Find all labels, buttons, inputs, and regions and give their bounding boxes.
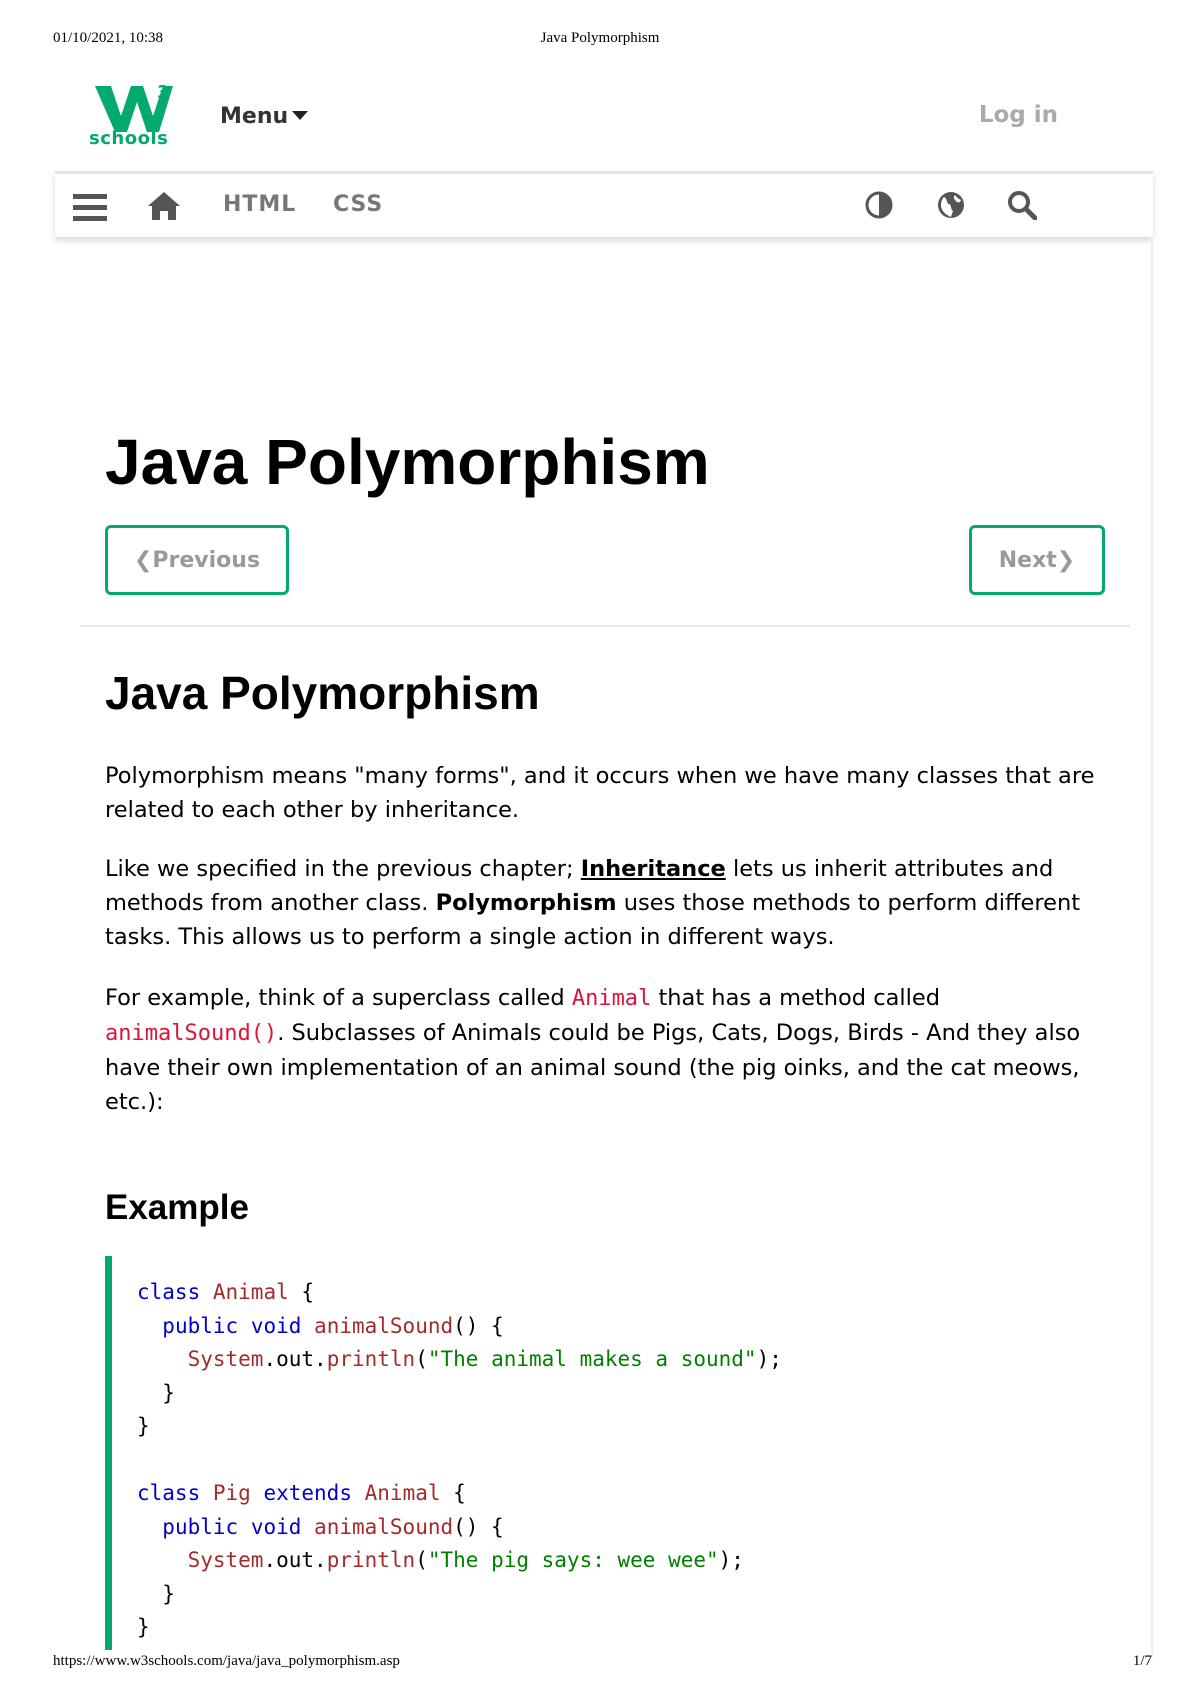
code-line: public void animalSound() { bbox=[162, 1514, 504, 1539]
example-title: Example bbox=[105, 1188, 249, 1227]
w3schools-logo[interactable]: 3 schools bbox=[89, 80, 175, 154]
nav-bar: HTML CSS bbox=[55, 171, 1153, 237]
divider bbox=[80, 625, 1130, 627]
print-url: https://www.w3schools.com/java/java_poly… bbox=[53, 1653, 400, 1669]
next-label: Next bbox=[998, 547, 1057, 573]
previous-label: Previous bbox=[152, 547, 261, 573]
inline-code-animalsound: animalSound() bbox=[105, 1021, 278, 1046]
home-icon[interactable] bbox=[147, 191, 181, 225]
code-line: } bbox=[162, 1380, 175, 1405]
next-button[interactable]: Next ❯ bbox=[969, 525, 1105, 595]
globe-icon[interactable] bbox=[937, 191, 965, 223]
code-line: System.out.println("The animal makes a s… bbox=[187, 1347, 782, 1371]
text: that has a method called bbox=[651, 985, 941, 1011]
code-line: class Pig extends Animal { bbox=[137, 1481, 466, 1505]
nav-link-css[interactable]: CSS bbox=[333, 192, 383, 217]
page-title: Java Polymorphism bbox=[105, 426, 710, 498]
code-line: } bbox=[137, 1615, 150, 1639]
print-footer: https://www.w3schools.com/java/java_poly… bbox=[0, 1653, 1200, 1673]
code-line: class Animal { bbox=[137, 1280, 315, 1304]
previous-button[interactable]: ❮ Previous bbox=[105, 525, 289, 595]
login-link[interactable]: Log in bbox=[979, 102, 1058, 128]
print-page-number: 1/7 bbox=[1132, 1653, 1152, 1669]
chevron-right-icon: ❯ bbox=[1056, 547, 1076, 573]
menu-label: Menu bbox=[220, 104, 289, 129]
hamburger-icon[interactable] bbox=[73, 194, 107, 226]
print-title: Java Polymorphism bbox=[540, 30, 660, 46]
chevron-left-icon: ❮ bbox=[133, 547, 153, 573]
logo-text: schools bbox=[89, 128, 169, 149]
caret-down-icon bbox=[292, 110, 309, 120]
text: Like we specified in the previous chapte… bbox=[105, 856, 581, 882]
logo-sup: 3 bbox=[157, 82, 170, 103]
menu-button[interactable]: Menu bbox=[220, 104, 309, 129]
paragraph-inheritance: Like we specified in the previous chapte… bbox=[105, 852, 1115, 954]
code-example: class Animal { public void animalSound()… bbox=[105, 1256, 1115, 1650]
polymorphism-bold: Polymorphism bbox=[435, 890, 617, 916]
inline-code-animal: Animal bbox=[571, 986, 652, 1011]
top-bar: 3 schools Menu Log in bbox=[55, 70, 1153, 170]
code-line: } bbox=[162, 1581, 175, 1606]
nav-link-html[interactable]: HTML bbox=[223, 192, 296, 217]
code-line: public void animalSound() { bbox=[162, 1313, 504, 1338]
text: For example, think of a superclass calle… bbox=[105, 985, 572, 1011]
paragraph-intro: Polymorphism means "many forms", and it … bbox=[105, 763, 1095, 823]
print-header: 01/10/2021, 10:38 Java Polymorphism bbox=[0, 30, 1200, 50]
code-line: } bbox=[137, 1414, 150, 1438]
contrast-icon[interactable] bbox=[865, 191, 893, 223]
search-icon[interactable] bbox=[1007, 190, 1038, 224]
paragraph-example: For example, think of a superclass calle… bbox=[105, 981, 1115, 1119]
code-line: System.out.println("The pig says: wee we… bbox=[187, 1548, 744, 1572]
inheritance-link[interactable]: Inheritance bbox=[581, 856, 726, 882]
section-title: Java Polymorphism bbox=[105, 667, 540, 719]
